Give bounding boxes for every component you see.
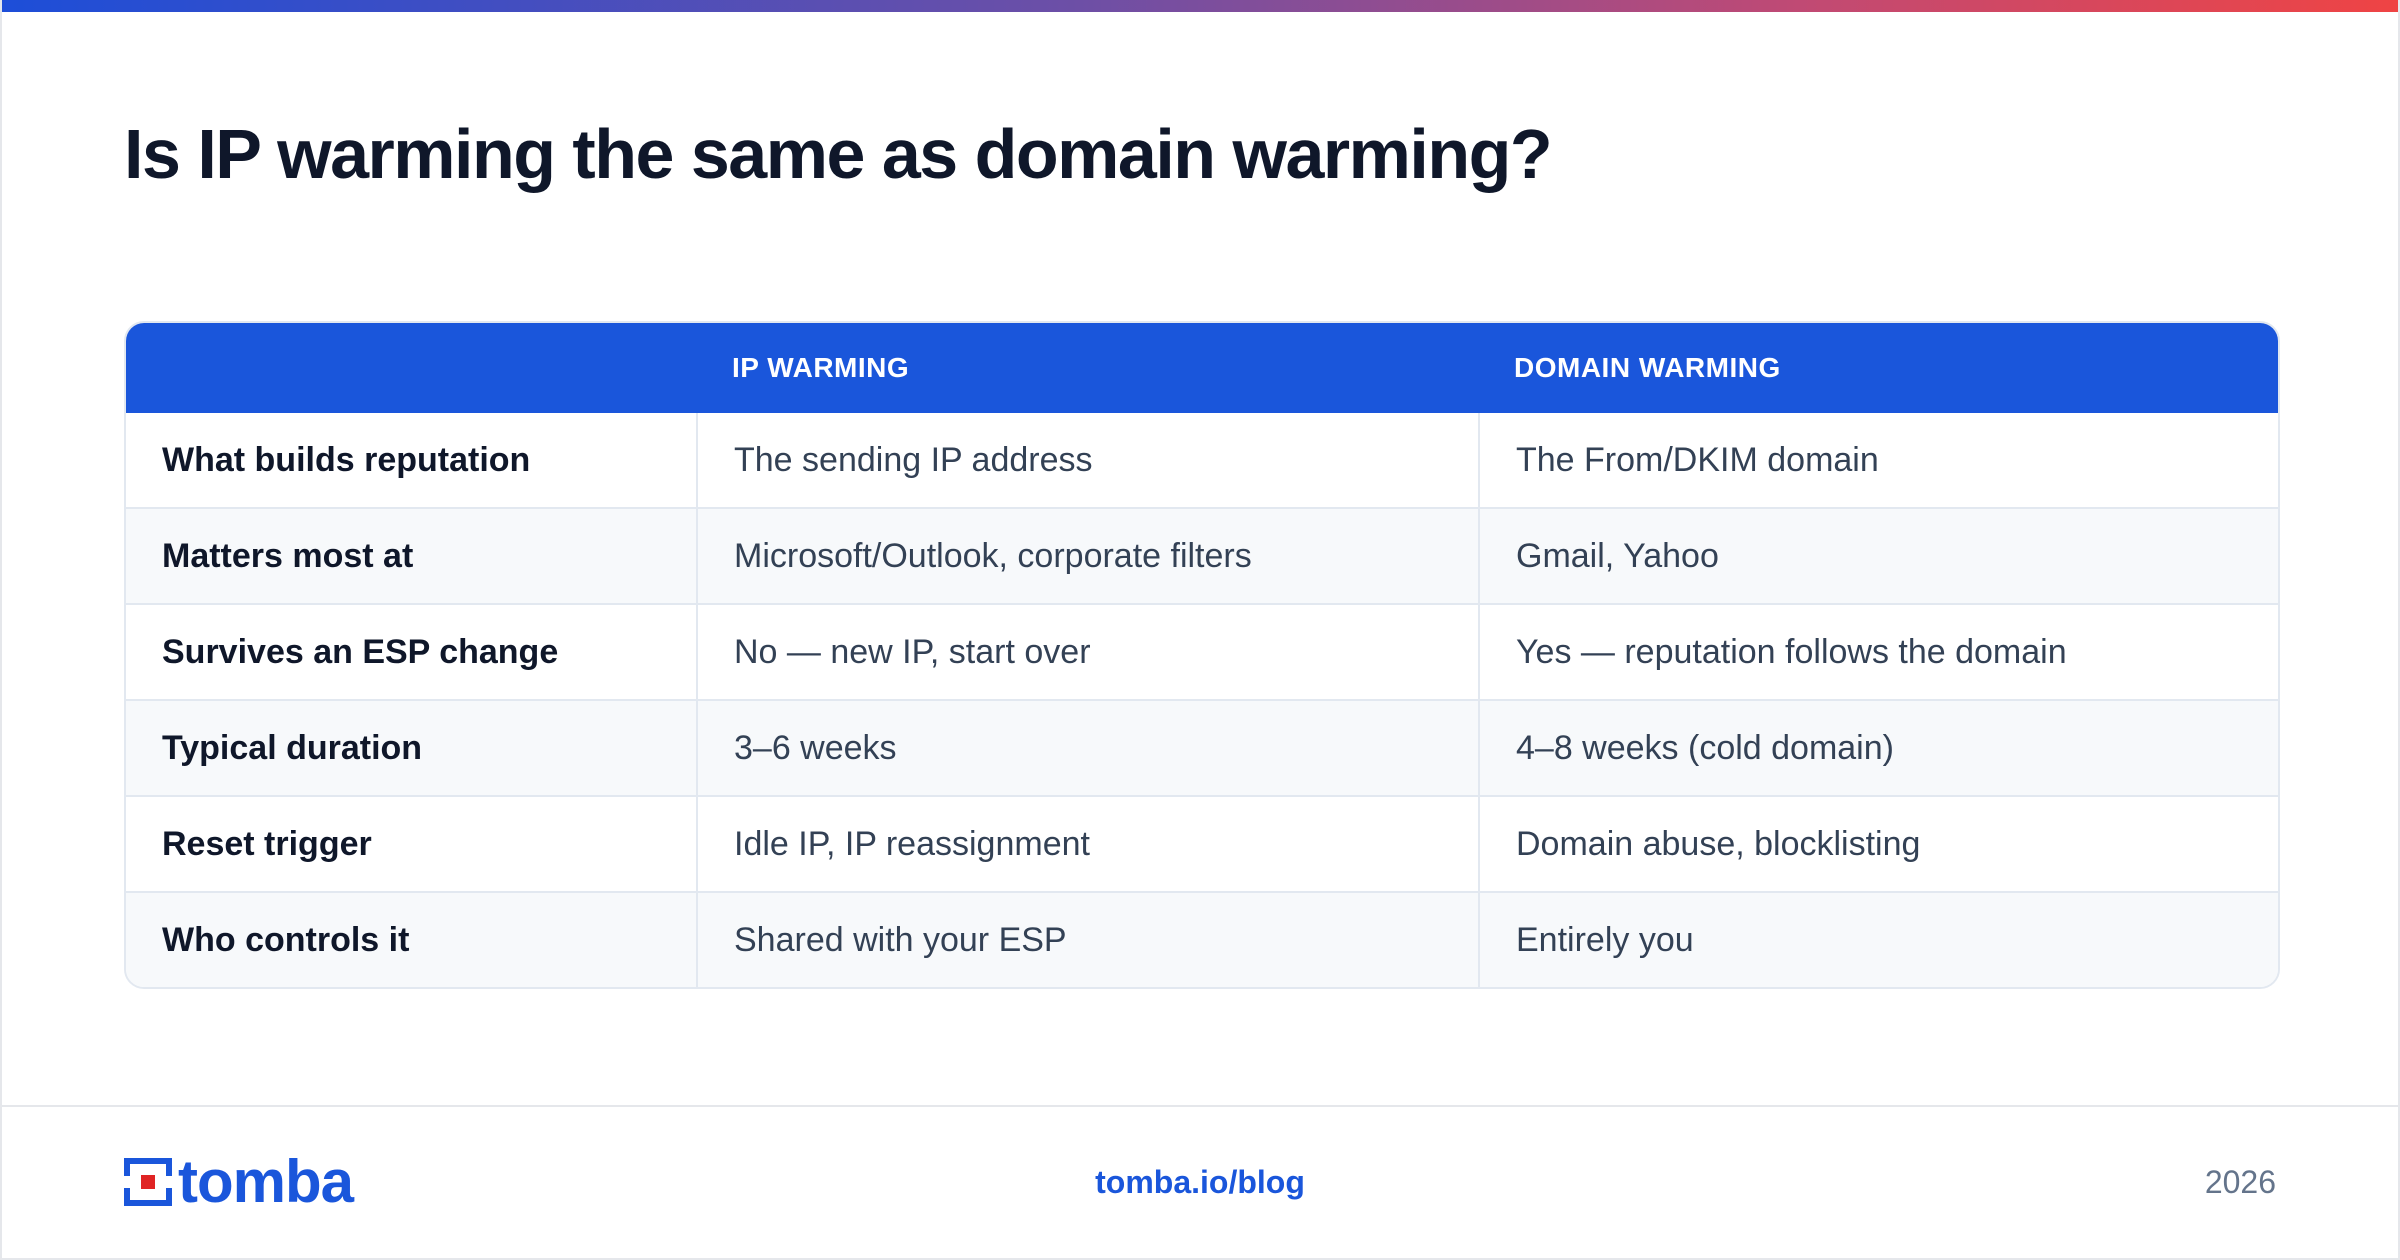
page-title: Is IP warming the same as domain warming… [124,115,1553,193]
header-ip-warming: IP WARMING [732,352,910,383]
row-label: Matters most at [162,536,414,575]
ip-cell: Idle IP, IP reassignment [696,797,1478,891]
table-row: Matters most at Microsoft/Outlook, corpo… [126,507,2278,603]
gradient-top-bar [2,0,2398,12]
ip-cell: Microsoft/Outlook, corporate filters [696,509,1478,603]
table-row: Who controls it Shared with your ESP Ent… [126,891,2278,987]
footer-divider [2,1105,2398,1107]
domain-cell: 4–8 weeks (cold domain) [1478,701,2278,795]
table-row: What builds reputation The sending IP ad… [126,413,2278,507]
ip-cell: Shared with your ESP [696,893,1478,987]
row-label: Survives an ESP change [162,632,559,671]
table-row: Survives an ESP change No — new IP, star… [126,603,2278,699]
row-label: Reset trigger [162,824,372,863]
domain-cell: The From/DKIM domain [1478,413,2278,507]
ip-cell: 3–6 weeks [696,701,1478,795]
table-row: Reset trigger Idle IP, IP reassignment D… [126,795,2278,891]
domain-cell: Gmail, Yahoo [1478,509,2278,603]
table-header: IP WARMING DOMAIN WARMING [126,323,2278,413]
row-label: Who controls it [162,920,410,959]
ip-cell: No — new IP, start over [696,605,1478,699]
table-body: What builds reputation The sending IP ad… [126,413,2278,987]
comparison-table: IP WARMING DOMAIN WARMING What builds re… [124,321,2280,989]
row-label: Typical duration [162,728,423,767]
ip-cell: The sending IP address [696,413,1478,507]
footer-year: 2026 [2204,1164,2276,1200]
domain-cell: Entirely you [1478,893,2278,987]
blog-link[interactable]: tomba.io/blog [2,1164,2398,1201]
domain-cell: Yes — reputation follows the domain [1478,605,2278,699]
table-row: Typical duration 3–6 weeks 4–8 weeks (co… [126,699,2278,795]
row-label: What builds reputation [162,440,531,479]
header-domain-warming: DOMAIN WARMING [1514,352,1781,383]
domain-cell: Domain abuse, blocklisting [1478,797,2278,891]
slide: Is IP warming the same as domain warming… [0,0,2400,1260]
